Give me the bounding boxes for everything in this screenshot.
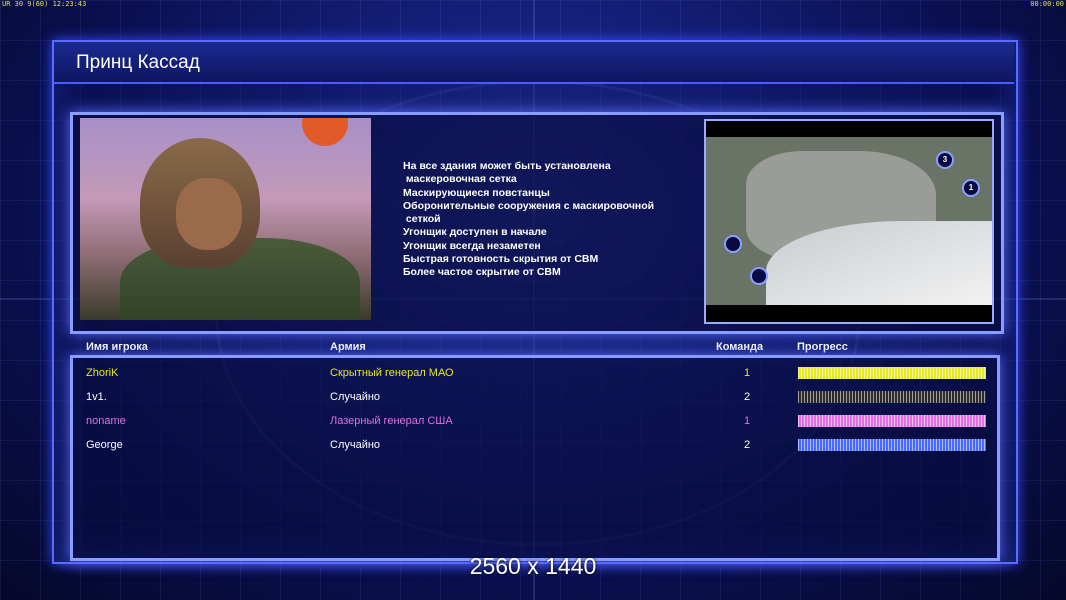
hud-top-right-timer: 00:00:00 [1030, 0, 1064, 8]
player-row: 1v1. Случайно 2 [0, 385, 1066, 409]
player-team: 2 [744, 439, 751, 451]
general-description: На все здания может быть установлена мас… [403, 160, 693, 280]
map-preview: 3 1 [704, 119, 994, 324]
description-line: Угонщик всегда незаметен [403, 239, 541, 252]
column-header-player: Имя игрока [86, 341, 148, 353]
column-header-team: Команда [716, 341, 764, 353]
portrait-sun [302, 118, 348, 146]
description-line: Оборонительные сооружения с маскировочно… [403, 199, 655, 212]
player-team: 2 [744, 391, 751, 403]
player-name: 1v1. [86, 391, 107, 403]
general-portrait [80, 118, 371, 320]
player-row: George Случайно 2 [0, 433, 1066, 457]
player-row: ZhoriK Скрытный генерал МАО 1 [0, 361, 1066, 385]
map-spawn-marker: 3 [936, 151, 954, 169]
map-spawn-marker [750, 267, 768, 285]
description-line: На все здания может быть установлена [403, 160, 611, 172]
player-army: Лазерный генерал США [330, 415, 453, 427]
description-line: Маскирующиеся повстанцы [403, 186, 550, 199]
player-name: George [86, 439, 123, 451]
player-row: noname Лазерный генерал США 1 [0, 409, 1066, 433]
player-army: Скрытный генерал МАО [330, 367, 454, 379]
player-progress-bar [798, 367, 986, 379]
hud-top-left-readout: UR 30 9(60) 12:23:43 [2, 0, 87, 8]
player-name: ZhoriK [86, 367, 119, 379]
map-spawn-marker [724, 235, 742, 253]
column-header-progress: Прогресс [797, 341, 848, 353]
portrait-face [176, 178, 242, 250]
map-spawn-marker: 1 [962, 179, 980, 197]
description-line: Быстрая готовность скрытия от СВМ [403, 253, 599, 266]
player-progress-bar [798, 391, 986, 403]
player-progress-bar [798, 415, 986, 427]
player-army: Случайно [330, 391, 381, 403]
description-line: сеткой [403, 213, 441, 226]
description-line: Угонщик доступен в начале [403, 226, 547, 239]
description-line: Более частое скрытие от СВМ [403, 266, 561, 279]
description-line: маскеровочная сетка [403, 173, 517, 186]
player-team: 1 [744, 415, 751, 427]
player-team: 1 [744, 367, 751, 379]
player-progress-bar [798, 439, 986, 451]
resolution-caption: 2560 x 1440 [469, 553, 597, 579]
column-header-army: Армия [330, 341, 366, 353]
general-name-title: Принц Кассад [76, 52, 200, 73]
player-name: noname [86, 415, 126, 427]
player-army: Случайно [330, 439, 381, 451]
